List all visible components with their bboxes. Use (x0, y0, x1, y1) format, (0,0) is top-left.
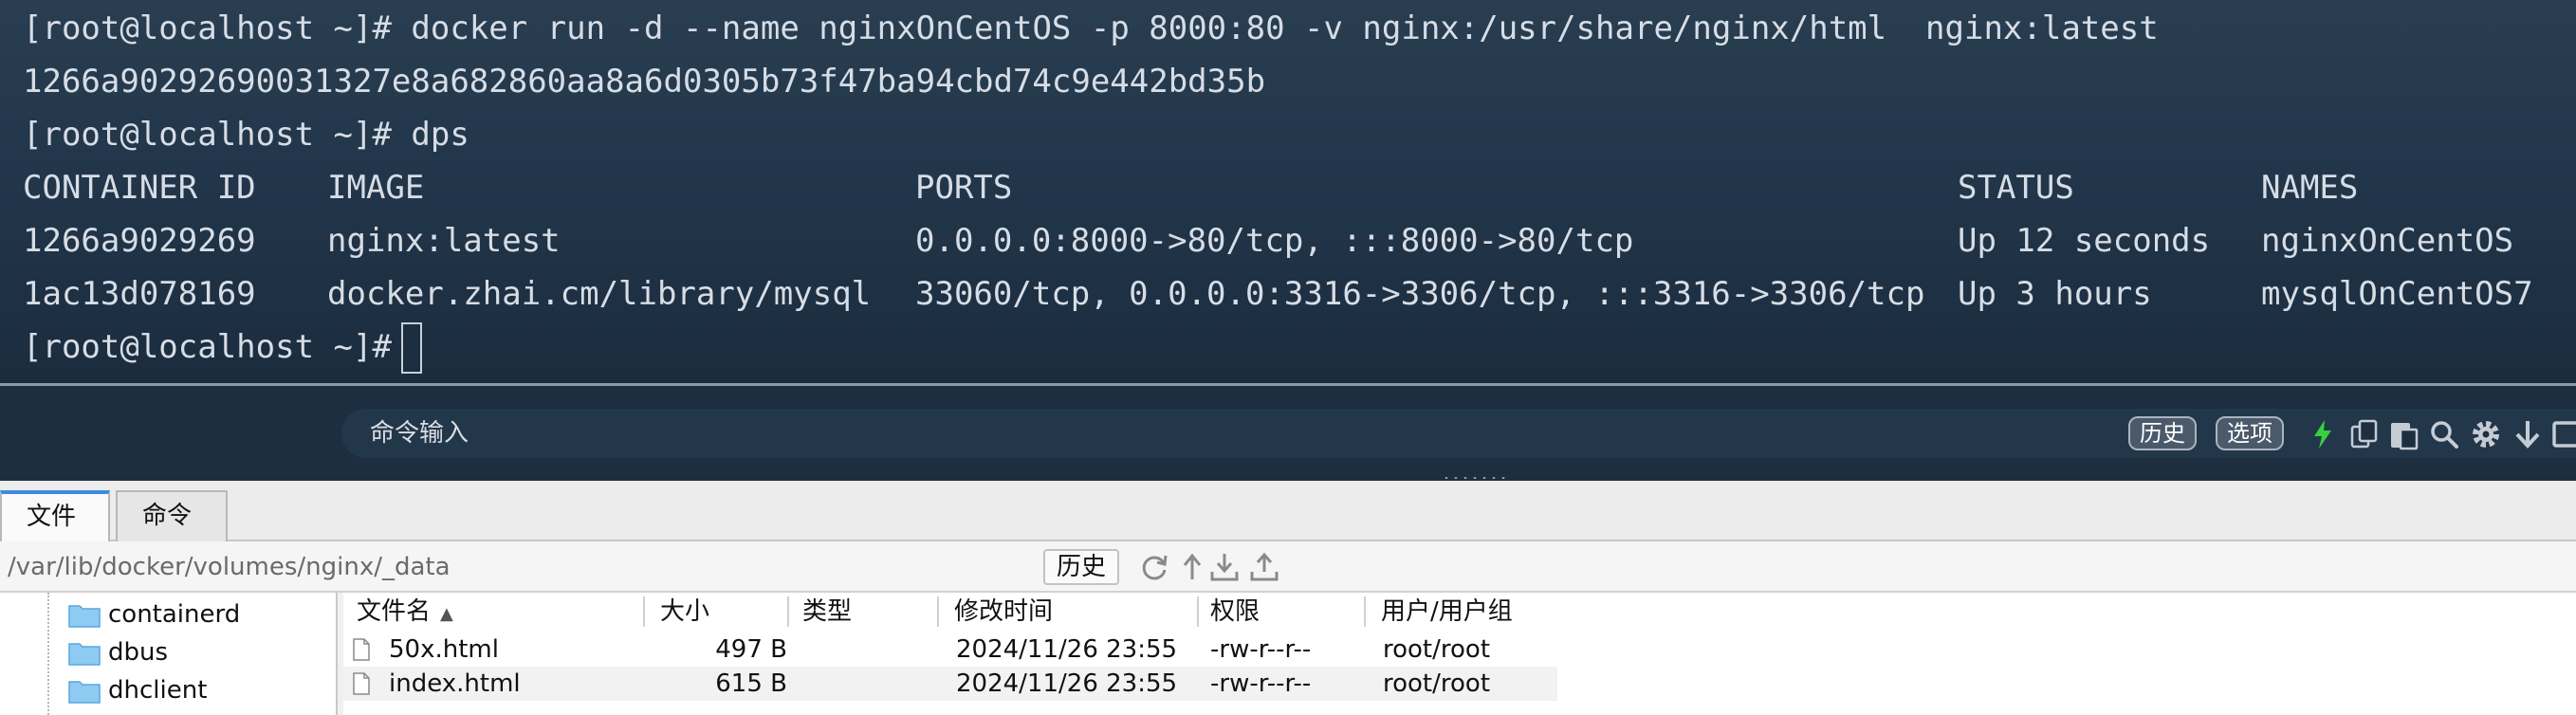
terminal-prompt: [root@localhost ~]# (23, 9, 392, 47)
docker-ps-row: 1266a9029269 nginx:latest 0.0.0.0:8000->… (23, 214, 2574, 267)
tab-files[interactable]: 文件 (0, 490, 110, 543)
download-to-local-icon[interactable] (1208, 551, 1241, 583)
panel-tabs: 文件 命令 (0, 481, 2576, 543)
column-header-size[interactable]: 大小 (660, 593, 709, 631)
file-permissions: -rw-r--r-- (1210, 669, 1312, 698)
history-button[interactable]: 历史 (2128, 416, 2197, 450)
terminal-command: docker run -d --name nginxOnCentOS -p 80… (391, 9, 2159, 47)
column-header-permissions[interactable]: 权限 (1210, 593, 1260, 631)
container-ports: 0.0.0.0:8000->80/tcp, :::8000->80/tcp (915, 222, 1634, 260)
folder-icon (68, 681, 101, 704)
gear-icon[interactable] (2470, 418, 2502, 450)
file-icon (353, 638, 370, 661)
paste-icon[interactable] (2388, 418, 2420, 450)
col-status: STATUS (1958, 169, 2074, 207)
column-header-owner[interactable]: 用户/用户组 (1381, 593, 1513, 631)
terminal-line-dps: [root@localhost ~]# dps (23, 108, 469, 161)
path-history-button[interactable]: 历史 (1043, 549, 1120, 585)
terminal-command: dps (391, 116, 469, 154)
column-header-label: 文件名 (357, 597, 432, 626)
container-id: 1ac13d078169 (23, 275, 256, 313)
file-modified: 2024/11/26 23:55 (956, 635, 1178, 664)
column-separator[interactable] (1364, 596, 1366, 627)
column-separator[interactable] (1197, 596, 1199, 627)
download-icon[interactable] (2512, 418, 2544, 450)
container-name: mysqlOnCentOS7 (2261, 275, 2533, 313)
file-list[interactable]: 文件名 ▲ 大小 类型 修改时间 权限 用户/用户组 50x.html 497 B… (343, 593, 2576, 715)
directory-tree[interactable]: containerd dbus dhclient (0, 593, 338, 715)
refresh-icon[interactable] (1138, 551, 1170, 583)
tab-commands[interactable]: 命令 (116, 490, 228, 541)
terminal-line-container-hash: 1266a90292690031327e8a682860aa8a6d0305b7… (23, 63, 1266, 101)
file-icon (353, 672, 370, 695)
upload-icon[interactable] (1248, 551, 1280, 583)
column-header-type[interactable]: 类型 (802, 593, 852, 631)
tree-guide-line (47, 593, 49, 715)
column-separator[interactable] (787, 596, 789, 627)
options-button[interactable]: 选项 (2216, 416, 2284, 450)
column-separator[interactable] (937, 596, 939, 627)
folder-icon (68, 643, 101, 666)
file-owner: root/root (1383, 669, 1491, 698)
column-separator[interactable] (643, 596, 645, 627)
col-container-id: CONTAINER ID (23, 169, 256, 207)
window-icon[interactable] (2551, 418, 2576, 450)
file-size: 497 B (715, 635, 787, 664)
sort-ascending-icon: ▲ (440, 604, 453, 624)
container-name: nginxOnCentOS (2261, 222, 2514, 260)
col-names: NAMES (2261, 169, 2359, 207)
search-icon[interactable] (2428, 418, 2460, 450)
terminal-prompt: [root@localhost ~]# (23, 116, 392, 154)
col-ports: PORTS (915, 169, 1013, 207)
file-row[interactable]: index.html 615 B 2024/11/26 23:55 -rw-r-… (343, 667, 1557, 701)
file-name: 50x.html (389, 635, 499, 664)
file-size: 615 B (715, 669, 787, 698)
column-header-modified[interactable]: 修改时间 (954, 593, 1053, 631)
container-image: nginx:latest (327, 222, 561, 260)
terminal-output[interactable]: [root@localhost ~]# docker run -d --name… (0, 0, 2576, 384)
path-input[interactable]: /var/lib/docker/volumes/nginx/_data (8, 541, 451, 593)
tree-item-label: containerd (108, 600, 241, 629)
copy-icon[interactable] (2348, 418, 2381, 450)
file-row[interactable]: 50x.html 497 B 2024/11/26 23:55 -rw-r--r… (343, 632, 1557, 667)
terminal-final-prompt: [root@localhost ~]# (23, 328, 392, 366)
container-status: Up 3 hours (1958, 275, 2152, 313)
path-bar: /var/lib/docker/volumes/nginx/_data 历史 (0, 541, 2576, 593)
command-bar: 命令输入 历史 选项 (0, 386, 2576, 481)
column-header-name[interactable]: 文件名 ▲ (357, 593, 453, 631)
docker-ps-row: 1ac13d078169 docker.zhai.cm/library/mysq… (23, 267, 2574, 321)
folder-icon (68, 605, 101, 628)
file-owner: root/root (1383, 635, 1491, 664)
terminal-cursor (401, 322, 422, 374)
container-id: 1266a9029269 (23, 222, 256, 260)
container-ports: 33060/tcp, 0.0.0.0:3316->3306/tcp, :::33… (915, 275, 1925, 313)
container-status: Up 12 seconds (1958, 222, 2211, 260)
lightning-icon[interactable] (2307, 418, 2339, 450)
command-input-placeholder: 命令输入 (370, 419, 469, 448)
tree-item-label: dhclient (108, 676, 208, 705)
file-name: index.html (389, 669, 521, 698)
tree-item-label: dbus (108, 638, 169, 667)
col-image: IMAGE (327, 169, 425, 207)
container-image: docker.zhai.cm/library/mysql (327, 275, 872, 313)
terminal-line-docker-run: [root@localhost ~]# docker run -d --name… (23, 2, 2159, 55)
file-permissions: -rw-r--r-- (1210, 635, 1312, 664)
file-modified: 2024/11/26 23:55 (956, 669, 1178, 698)
docker-ps-header: CONTAINER ID IMAGE PORTS STATUS NAMES (23, 161, 2574, 214)
up-icon[interactable] (1176, 551, 1208, 583)
